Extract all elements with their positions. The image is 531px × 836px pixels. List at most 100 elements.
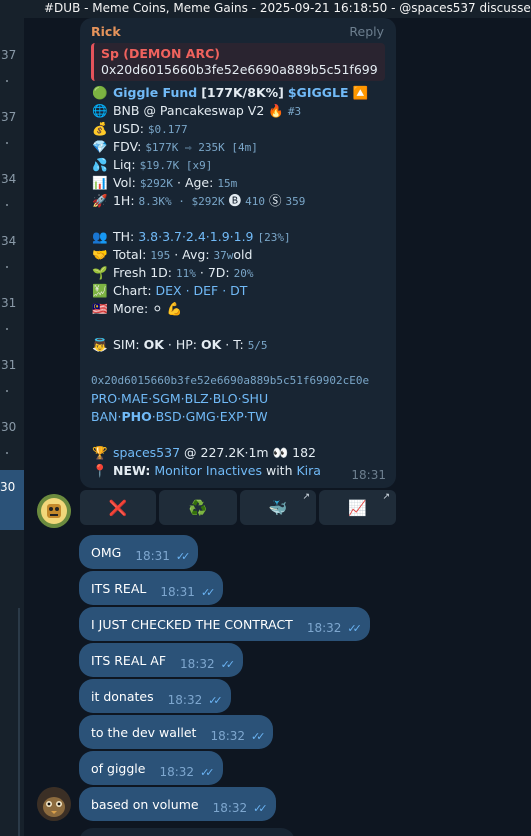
fresh-1d: 11% <box>176 267 196 280</box>
outgoing-message: I JUST CHECKED THE CONTRACT 18:32 ✓✓ <box>79 607 370 641</box>
th-label: TH: <box>112 229 135 244</box>
fresh-label: Fresh 1D: <box>112 265 173 280</box>
chat-time[interactable]: 37 <box>0 110 24 124</box>
links-rest[interactable]: ·BSD·GMG·EXP·TW <box>152 409 268 424</box>
chat-time[interactable]: 37 <box>0 48 24 62</box>
chat-list-sidebar[interactable]: 37 37 34 34 31 31 30 30 <box>0 18 24 836</box>
caller-line: 🏆 spaces537 @ 227.2K·1m 👀 182 <box>91 444 316 462</box>
external-link-icon: ↗ <box>382 492 390 502</box>
scrollbar[interactable] <box>18 608 20 836</box>
message-text: to the dev wallet <box>91 724 197 740</box>
buys-count: 410 <box>245 195 265 208</box>
double-check-icon: ✓✓ <box>347 621 362 635</box>
platform-links-1[interactable]: PRO·MAE·SGM·BLZ·BLO·SHU <box>91 390 268 408</box>
outgoing-message: it donates 18:32 ✓✓ <box>79 679 231 713</box>
message-time: 18:32 <box>212 801 248 815</box>
vol-line: 📊 Vol: $292K · Age: 15m <box>91 174 237 193</box>
th-line: 👥 TH: 3.8·3.7·2.4·1.9·1.9 [23%] <box>91 228 290 247</box>
caller-link[interactable]: spaces537 <box>113 445 180 460</box>
green-circle-icon: 🟢 <box>92 85 108 100</box>
bot-message: Rick Reply Sp (DEMON ARC) 0x20d6015660b3… <box>80 18 396 488</box>
message-time: 18:31 <box>135 549 170 563</box>
chart-links[interactable]: DEX · DEF · DT <box>156 283 248 298</box>
token-line: 🟢 Giggle Fund [177K/8K%] $GIGGLE 🔼 <box>91 84 368 102</box>
total-value: 195 <box>150 249 171 262</box>
chat-time[interactable]: 31 <box>0 296 24 310</box>
message-time: 18:31 <box>160 585 195 599</box>
window-title: #DUB - Meme Coins, Meme Gains - 2025-09-… <box>44 1 531 15</box>
fresh-7d-label: · 7D: <box>199 265 230 280</box>
reply-button[interactable]: Reply <box>349 24 384 39</box>
user-avatar[interactable] <box>37 787 71 821</box>
token-ticker-link[interactable]: $GIGGLE <box>288 85 349 100</box>
sim-value: OK <box>143 337 164 352</box>
message-time: 18:31 <box>351 468 386 482</box>
platform-links-2[interactable]: BAN·PHO·BSD·GMG·EXP·TW <box>91 408 268 426</box>
s-circle-icon: Ⓢ <box>268 193 282 208</box>
close-button[interactable]: ❌ <box>80 490 156 525</box>
contract-address[interactable]: 0x20d6015660b3fe52e6690a889b5c51f69902cE… <box>91 372 369 390</box>
title-bar: #DUB - Meme Coins, Meme Gains - 2025-09-… <box>0 0 531 18</box>
new-label: NEW: <box>112 463 151 478</box>
h1-line: 🚀 1H: 8.3K% · $292K 🅑 410 Ⓢ 359 <box>91 192 305 211</box>
message-text: based on volume <box>91 796 199 812</box>
message-time: 18:32 <box>306 621 342 635</box>
message-text: I JUST CHECKED THE CONTRACT <box>91 616 293 632</box>
user-avatar-image <box>37 787 71 821</box>
message-text: it donates <box>91 688 154 704</box>
message-time: 18:32 <box>167 693 203 707</box>
links-pho[interactable]: PHO <box>121 409 151 424</box>
chat-time[interactable]: 34 <box>0 234 24 248</box>
chat-time[interactable]: 30 <box>0 420 24 434</box>
chart-icon: 📈 <box>348 498 367 517</box>
close-icon: ❌ <box>108 498 128 517</box>
recycle-button[interactable]: ♻️ <box>159 490 237 525</box>
bot-avatar[interactable] <box>37 494 71 528</box>
active-chat-item[interactable]: 30 <box>0 470 24 530</box>
chart-button[interactable]: 📈 ↗ <box>319 490 396 525</box>
chat-time[interactable]: 34 <box>0 172 24 186</box>
whale-button[interactable]: 🐳 ↗ <box>240 490 316 525</box>
h1-value: 8.3K% · $292K <box>138 195 225 208</box>
monitor-link[interactable]: Monitor Inactives <box>154 463 262 478</box>
fdv-value: $177K ⇨ 235K [4m] <box>145 141 258 154</box>
double-check-icon: ✓✓ <box>200 765 215 779</box>
sim-line: 👼 SIM: OK · HP: OK · T: 5/5 <box>91 336 267 355</box>
links-ban[interactable]: BAN· <box>91 409 121 424</box>
outgoing-message: based on volume 18:32 ✓✓ <box>79 787 276 821</box>
more-icons[interactable]: ⚪ 💪 <box>152 301 182 316</box>
trophy-icon: 🏆 <box>92 445 108 460</box>
token-stats: [177K/8K%] <box>201 85 284 100</box>
t-label: · T: <box>225 337 244 352</box>
usd-value: $0.177 <box>147 123 188 136</box>
angel-icon: 👼 <box>92 337 108 352</box>
fdv-line: 💎 FDV: $177K ⇨ 235K [4m] <box>91 138 258 157</box>
droplets-icon: 💦 <box>92 157 108 172</box>
fresh-line: 🌱 Fresh 1D: 11% · 7D: 20% <box>91 264 253 283</box>
globe-icon: 🌐 <box>92 103 108 118</box>
quote-author: Sp (DEMON ARC) <box>101 46 220 61</box>
chat-time[interactable]: 31 <box>0 358 24 372</box>
with-label: with <box>265 463 293 478</box>
recycle-icon: ♻️ <box>188 498 208 517</box>
message-time: 18:32 <box>210 729 246 743</box>
total-label: Total: <box>112 247 147 262</box>
vol-label: Vol: <box>112 175 136 190</box>
token-name-link[interactable]: Giggle Fund <box>113 85 197 100</box>
double-check-icon: ✓✓ <box>200 585 216 599</box>
outgoing-message: ITS REAL 18:31 ✓✓ <box>79 571 224 605</box>
fdv-label: FDV: <box>112 139 142 154</box>
th-value[interactable]: 3.8·3.7·2.4·1.9·1.9 <box>138 229 253 244</box>
sells-count: 359 <box>285 195 306 208</box>
h1-label: 1H: <box>112 193 135 208</box>
dot <box>6 452 8 454</box>
double-check-icon: ✓✓ <box>251 729 266 743</box>
fire-icon: 🔥 <box>268 103 284 118</box>
vol-value: $292K <box>139 177 174 190</box>
quoted-message[interactable]: Sp (DEMON ARC) 0x20d6015660b3fe52e6690a8… <box>91 43 385 81</box>
sender-name[interactable]: Rick <box>91 24 121 39</box>
kira-link[interactable]: Kira <box>296 463 320 478</box>
age-label: · Age: <box>177 175 214 190</box>
quote-text: 0x20d6015660b3fe52e6690a889b5c51f69902c.… <box>101 62 378 77</box>
rank: #3 <box>287 105 302 118</box>
